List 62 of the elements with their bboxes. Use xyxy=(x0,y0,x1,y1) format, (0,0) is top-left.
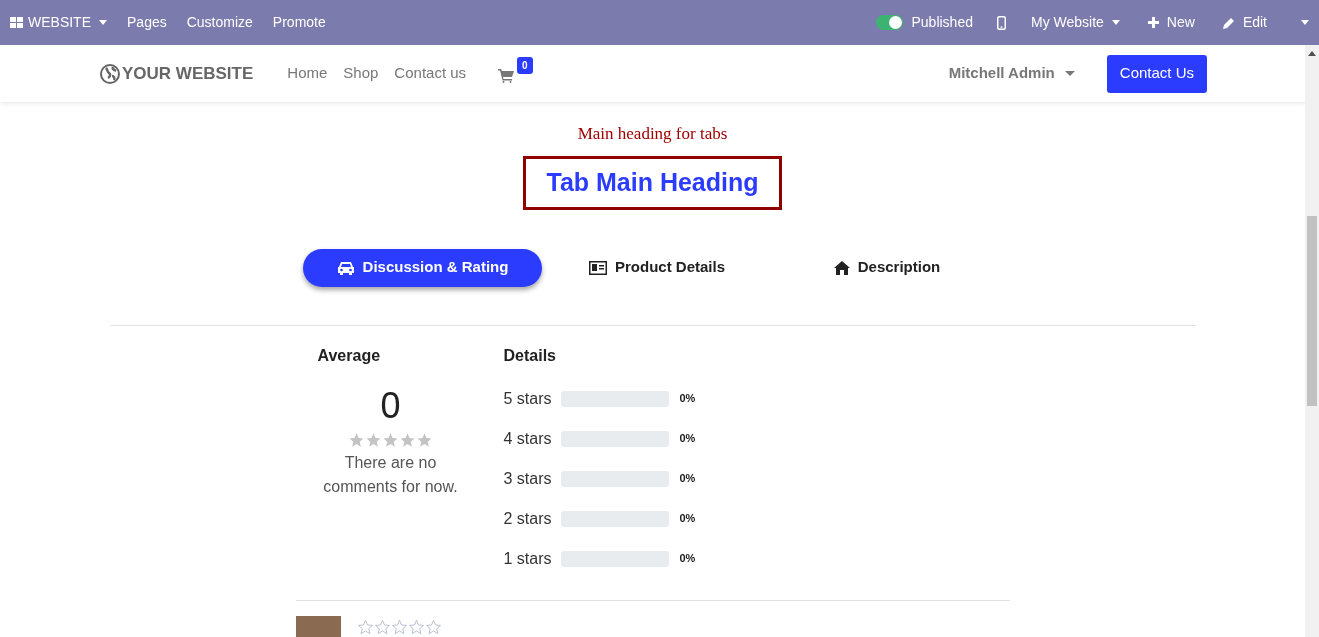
caret-icon[interactable] xyxy=(1301,20,1309,25)
caret-icon xyxy=(99,20,107,25)
admin-menu-item[interactable]: Customize xyxy=(186,12,253,33)
star-icon xyxy=(365,431,382,448)
star-icon xyxy=(390,618,408,635)
website-menu-button[interactable]: My Website xyxy=(1031,12,1120,33)
percent-label: 0% xyxy=(679,551,696,567)
cart-count-badge: 0 xyxy=(517,56,533,74)
id-card-icon xyxy=(589,260,607,275)
toggle-switch[interactable] xyxy=(876,15,904,30)
cart-icon[interactable] xyxy=(498,68,515,83)
nav-link[interactable]: Home xyxy=(287,62,328,85)
stars-label: 5 stars xyxy=(503,388,553,409)
stars-label: 2 stars xyxy=(503,508,553,529)
published-toggle[interactable]: Published xyxy=(876,12,973,33)
stars-label: 1 stars xyxy=(503,548,553,569)
app-menu-button[interactable]: WEBSITE xyxy=(10,12,107,33)
average-value: 0 xyxy=(380,383,401,428)
admin-menu-item[interactable]: Pages xyxy=(127,12,167,33)
star-icon xyxy=(399,431,416,448)
star-icon xyxy=(356,618,374,635)
user-menu-button[interactable]: Mitchell Admin xyxy=(948,62,1075,85)
grid-icon xyxy=(10,16,24,29)
car-icon xyxy=(336,259,355,276)
scrollbar[interactable] xyxy=(1305,45,1319,637)
stars-label: 3 stars xyxy=(503,468,553,489)
globe-icon xyxy=(100,63,120,84)
empty-message: There are no comments for now. xyxy=(322,452,459,497)
tab[interactable]: Description xyxy=(772,248,1002,287)
percent-label: 0% xyxy=(679,511,696,527)
site-logo[interactable]: YOUR WEBSITE xyxy=(100,60,254,87)
average-title: Average xyxy=(317,345,381,366)
plus-icon xyxy=(1147,17,1159,28)
star-icon xyxy=(407,618,425,635)
caret-icon xyxy=(1111,20,1120,25)
admin-menu-item[interactable]: Promote xyxy=(272,12,326,33)
mobile-icon[interactable] xyxy=(997,15,1006,30)
home-icon xyxy=(833,260,850,275)
tab[interactable]: Discussion & Rating xyxy=(303,248,542,287)
tabs-caption: Main heading for tabs xyxy=(577,123,728,145)
pencil-icon xyxy=(1222,16,1235,29)
edit-button[interactable]: Edit xyxy=(1222,12,1267,33)
nav-link[interactable]: Shop xyxy=(343,62,379,85)
main-heading: Tab Main Heading xyxy=(523,155,782,210)
star-icon xyxy=(416,431,433,448)
percent-label: 0% xyxy=(679,471,696,487)
star-icon xyxy=(373,618,391,635)
percent-label: 0% xyxy=(679,431,696,447)
scroll-up-icon[interactable] xyxy=(1308,51,1316,56)
details-title: Details xyxy=(503,345,557,366)
scrollbar-thumb[interactable] xyxy=(1307,216,1317,406)
nav-link[interactable]: Contact us xyxy=(394,62,467,85)
star-icon xyxy=(348,431,365,448)
star-icon xyxy=(424,618,442,635)
avatar-photo xyxy=(295,615,341,637)
contact-us-button[interactable]: Contact Us xyxy=(1106,54,1207,93)
star-icon xyxy=(382,431,399,448)
percent-label: 0% xyxy=(679,391,696,407)
stars-label: 4 stars xyxy=(503,428,553,449)
new-button[interactable]: New xyxy=(1147,12,1195,33)
tab[interactable]: Product Details xyxy=(542,248,772,287)
caret-icon xyxy=(1064,71,1075,76)
